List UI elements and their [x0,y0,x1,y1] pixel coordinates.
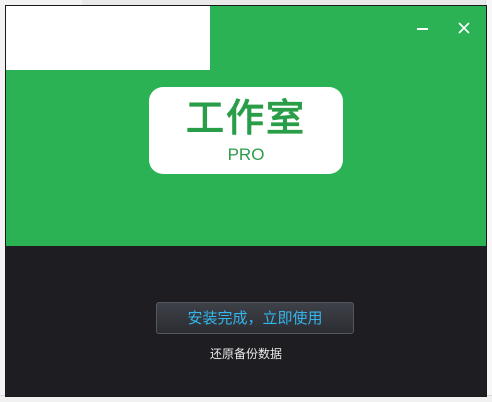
blank-region [6,6,210,70]
background-window-edge [0,395,492,402]
logo-title: 工作室 [185,96,306,140]
installer-header: 工作室 PRO [6,6,486,246]
installer-window: 工作室 PRO 安装完成，立即使用 还原备份数据 [6,6,486,396]
install-complete-button[interactable]: 安装完成，立即使用 [156,302,354,334]
close-icon [458,22,470,34]
background-window-edge [485,0,492,402]
restore-backup-link[interactable]: 还原备份数据 [6,346,486,362]
minimize-button[interactable] [410,16,434,40]
app-logo: 工作室 PRO [149,87,343,174]
logo-subtitle: PRO [227,145,265,164]
minimize-icon [416,28,428,30]
close-button[interactable] [452,16,476,40]
